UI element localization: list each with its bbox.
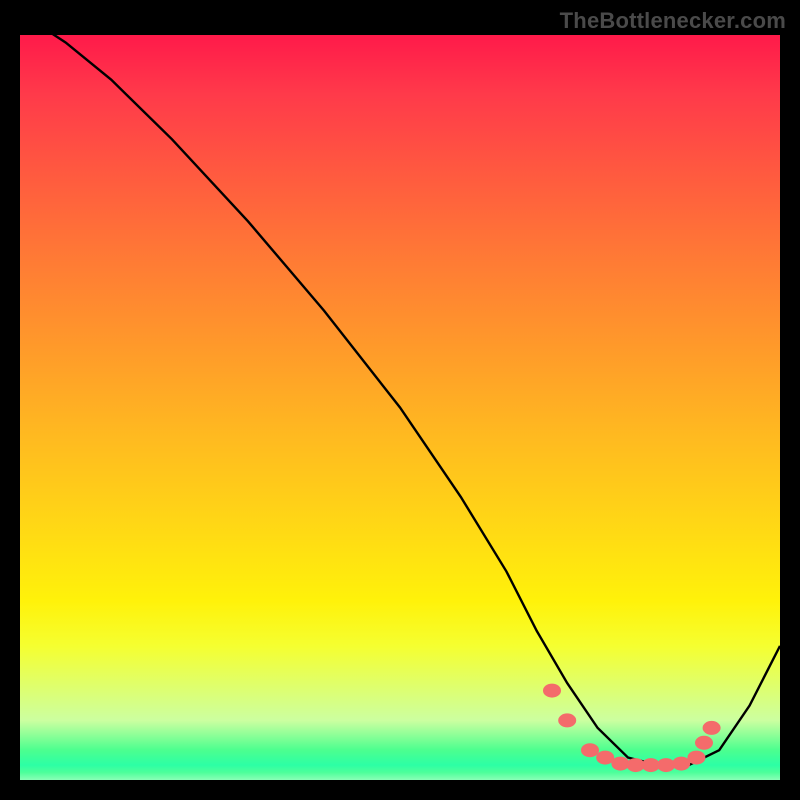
- chart-container: TheBottlenecker.com: [0, 0, 800, 800]
- plot-area: [20, 35, 780, 780]
- marker-point: [543, 684, 561, 698]
- marker-point: [695, 736, 713, 750]
- marker-point: [657, 758, 675, 772]
- marker-point: [596, 751, 614, 765]
- watermark-text: TheBottlenecker.com: [560, 8, 786, 34]
- marker-point: [672, 757, 690, 771]
- marker-point: [558, 713, 576, 727]
- marker-point: [687, 751, 705, 765]
- marker-group: [543, 684, 721, 773]
- curve-line: [20, 35, 780, 765]
- marker-point: [581, 743, 599, 757]
- chart-svg: [20, 35, 780, 780]
- marker-point: [703, 721, 721, 735]
- marker-point: [611, 757, 629, 771]
